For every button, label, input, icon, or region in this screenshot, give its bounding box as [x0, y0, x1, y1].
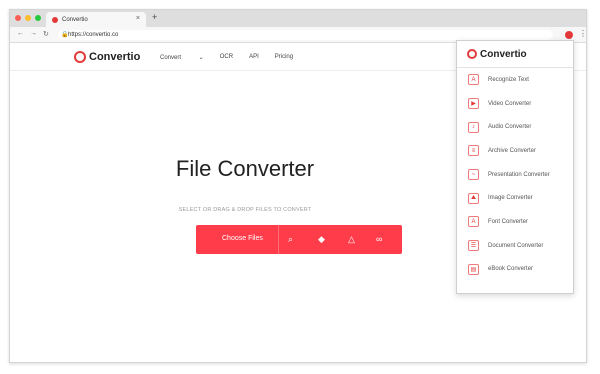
- presentation-icon: ~: [468, 169, 479, 181]
- nav-ocr[interactable]: OCR: [220, 54, 233, 61]
- nav-pricing[interactable]: Pricing: [275, 54, 293, 61]
- dropbox-icon[interactable]: ◆: [318, 234, 325, 244]
- dropdown-item-label: Archive Converter: [488, 147, 537, 154]
- dropdown-item-label: Font Converter: [488, 218, 529, 225]
- dropdown-item-archive[interactable]: ≡ Archive Converter: [457, 139, 573, 163]
- convertio-favicon-icon: [52, 16, 58, 23]
- dropdown-item-label: Document Converter: [488, 242, 544, 249]
- choose-files-button[interactable]: Choose Files: [222, 235, 263, 242]
- url-link-icon[interactable]: ∞: [376, 234, 382, 244]
- ebook-icon: ▤: [468, 263, 479, 275]
- page-subtitle: SELECT OR DRAG & DROP FILES TO CONVERT: [178, 207, 312, 213]
- dropdown-item-label: Recognize Text: [488, 76, 529, 83]
- logo-text: Convertio: [89, 51, 141, 63]
- tab-convertio[interactable]: Convertio ×: [46, 12, 146, 27]
- video-icon: ▶: [468, 98, 479, 110]
- dropdown-item-ebook[interactable]: ▤ eBook Converter: [457, 258, 573, 282]
- tab-title: Convertio: [62, 16, 88, 23]
- dropdown-item-label: Video Converter: [488, 100, 532, 107]
- minimize-window-dot[interactable]: [25, 15, 31, 21]
- audio-icon: ♪: [468, 121, 479, 133]
- recognize-text-icon: A: [468, 74, 479, 86]
- dropdown-item-label: Audio Converter: [488, 124, 532, 131]
- lock-icon: 🔒: [61, 32, 69, 38]
- close-window-dot[interactable]: [15, 15, 21, 21]
- dropdown-item-audio[interactable]: ♪ Audio Converter: [457, 115, 573, 139]
- choose-files-bar[interactable]: Choose Files ⌕ ◆ △ ∞: [196, 225, 402, 254]
- dropdown-title: Convertio: [480, 48, 527, 60]
- dropdown-header: Convertio: [457, 41, 573, 68]
- convert-dropdown-menu: Convertio A Recognize Text ▶ Video Conve…: [456, 40, 574, 294]
- reload-icon[interactable]: ↻: [43, 30, 49, 38]
- dropdown-item-image[interactable]: ⛰ Image Converter: [457, 186, 573, 210]
- dropdown-item-presentation[interactable]: ~ Presentation Converter: [457, 163, 573, 187]
- page-title: File Converter: [175, 156, 315, 181]
- font-icon: A: [468, 216, 479, 228]
- tab-bar: Convertio × +: [10, 10, 586, 27]
- dropdown-item-font[interactable]: A Font Converter: [457, 210, 573, 234]
- back-icon[interactable]: ←: [17, 30, 24, 37]
- tab-close-icon[interactable]: ×: [136, 15, 140, 22]
- dropdown-item-document[interactable]: ☰ Document Converter: [457, 234, 573, 258]
- dropdown-item-recognize-text[interactable]: A Recognize Text: [457, 68, 573, 92]
- computer-folder-icon[interactable]: ⌕: [288, 234, 293, 244]
- convertio-extension-icon[interactable]: [565, 31, 573, 39]
- url-text: https://convertio.co: [68, 32, 119, 38]
- document-icon: ☰: [468, 240, 479, 252]
- new-tab-button[interactable]: +: [152, 12, 157, 22]
- convertio-logo-icon: [74, 51, 86, 63]
- bar-divider: [278, 225, 279, 254]
- browser-menu-icon[interactable]: ⋮: [579, 29, 586, 38]
- dropdown-item-label: Presentation Converter: [488, 171, 550, 178]
- window-controls: [15, 15, 41, 21]
- convertio-logo-icon: [467, 49, 477, 59]
- url-field[interactable]: 🔒 https://convertio.co: [58, 30, 553, 40]
- dropdown-item-label: Image Converter: [488, 195, 533, 202]
- dropdown-item-label: eBook Converter: [488, 266, 534, 273]
- image-icon: ⛰: [468, 192, 479, 204]
- main-nav: Convert ⌄ OCR API Pricing: [160, 54, 309, 61]
- dropdown-item-video[interactable]: ▶ Video Converter: [457, 92, 573, 116]
- nav-convert[interactable]: Convert ⌄: [160, 54, 204, 61]
- forward-icon[interactable]: →: [30, 30, 37, 37]
- nav-api[interactable]: API: [249, 54, 259, 61]
- browser-window: Convertio × + ← → ↻ 🔒 https://convertio.…: [9, 9, 587, 363]
- site-logo[interactable]: Convertio: [74, 51, 140, 63]
- maximize-window-dot[interactable]: [35, 15, 41, 21]
- archive-icon: ≡: [468, 145, 479, 157]
- google-drive-icon[interactable]: △: [348, 234, 355, 244]
